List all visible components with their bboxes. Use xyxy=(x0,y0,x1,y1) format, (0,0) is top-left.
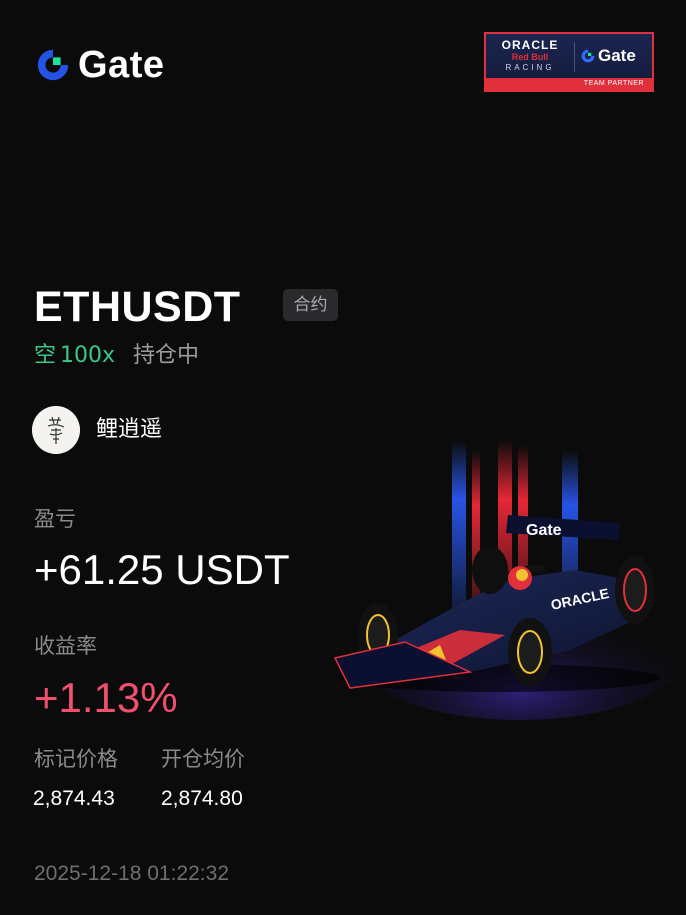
pnl-value: +61.25 USDT xyxy=(34,546,290,593)
gate-small-icon xyxy=(581,49,595,63)
share-card: Gate ORACLE Red Bull RACING Gate TEAM PA… xyxy=(0,0,686,915)
leverage: 100x xyxy=(60,343,116,368)
position-status: 持仓中 xyxy=(133,343,200,368)
gate-logo: Gate xyxy=(34,46,164,84)
user-avatar-icon xyxy=(32,406,80,454)
username: 鲤逍遥 xyxy=(96,417,163,442)
trading-pair: ETHUSDT xyxy=(34,283,241,331)
roe-label: 收益率 xyxy=(34,634,97,658)
oracle-redbull-logo: ORACLE Red Bull RACING xyxy=(494,39,566,73)
mark-price-label: 标记价格 xyxy=(34,747,118,771)
partner-badge-top: ORACLE Red Bull RACING Gate xyxy=(486,34,652,80)
oracle-text: ORACLE xyxy=(501,38,559,52)
entry-price-label: 开仓均价 xyxy=(161,747,245,771)
team-partner-badge: ORACLE Red Bull RACING Gate TEAM PARTNER xyxy=(484,32,654,92)
racing-text: RACING xyxy=(505,63,555,72)
redbull-text: Red Bull xyxy=(511,52,549,62)
brand-name: Gate xyxy=(78,44,165,86)
partner-divider xyxy=(574,42,575,72)
roe-value: +1.13% xyxy=(34,674,178,721)
partner-footer: TEAM PARTNER xyxy=(486,78,652,90)
position-side: 空 xyxy=(34,343,57,368)
partner-gate-logo: Gate xyxy=(580,46,636,66)
timestamp: 2025-12-18 01:22:32 xyxy=(34,862,229,885)
pnl-label: 盈亏 xyxy=(34,507,76,531)
wing-gate-text: Gate xyxy=(526,522,562,539)
position-info: 空 100x 持仓中 xyxy=(34,340,199,372)
mark-price-value: 2,874.43 xyxy=(33,787,115,810)
gate-logo-icon xyxy=(37,49,69,81)
contract-type-tag: 合约 xyxy=(283,289,338,321)
partner-gate-text: Gate xyxy=(598,46,636,65)
red-bull-f1-car-image: Gate ORACLE xyxy=(333,440,686,720)
entry-price-value: 2,874.80 xyxy=(161,787,243,810)
